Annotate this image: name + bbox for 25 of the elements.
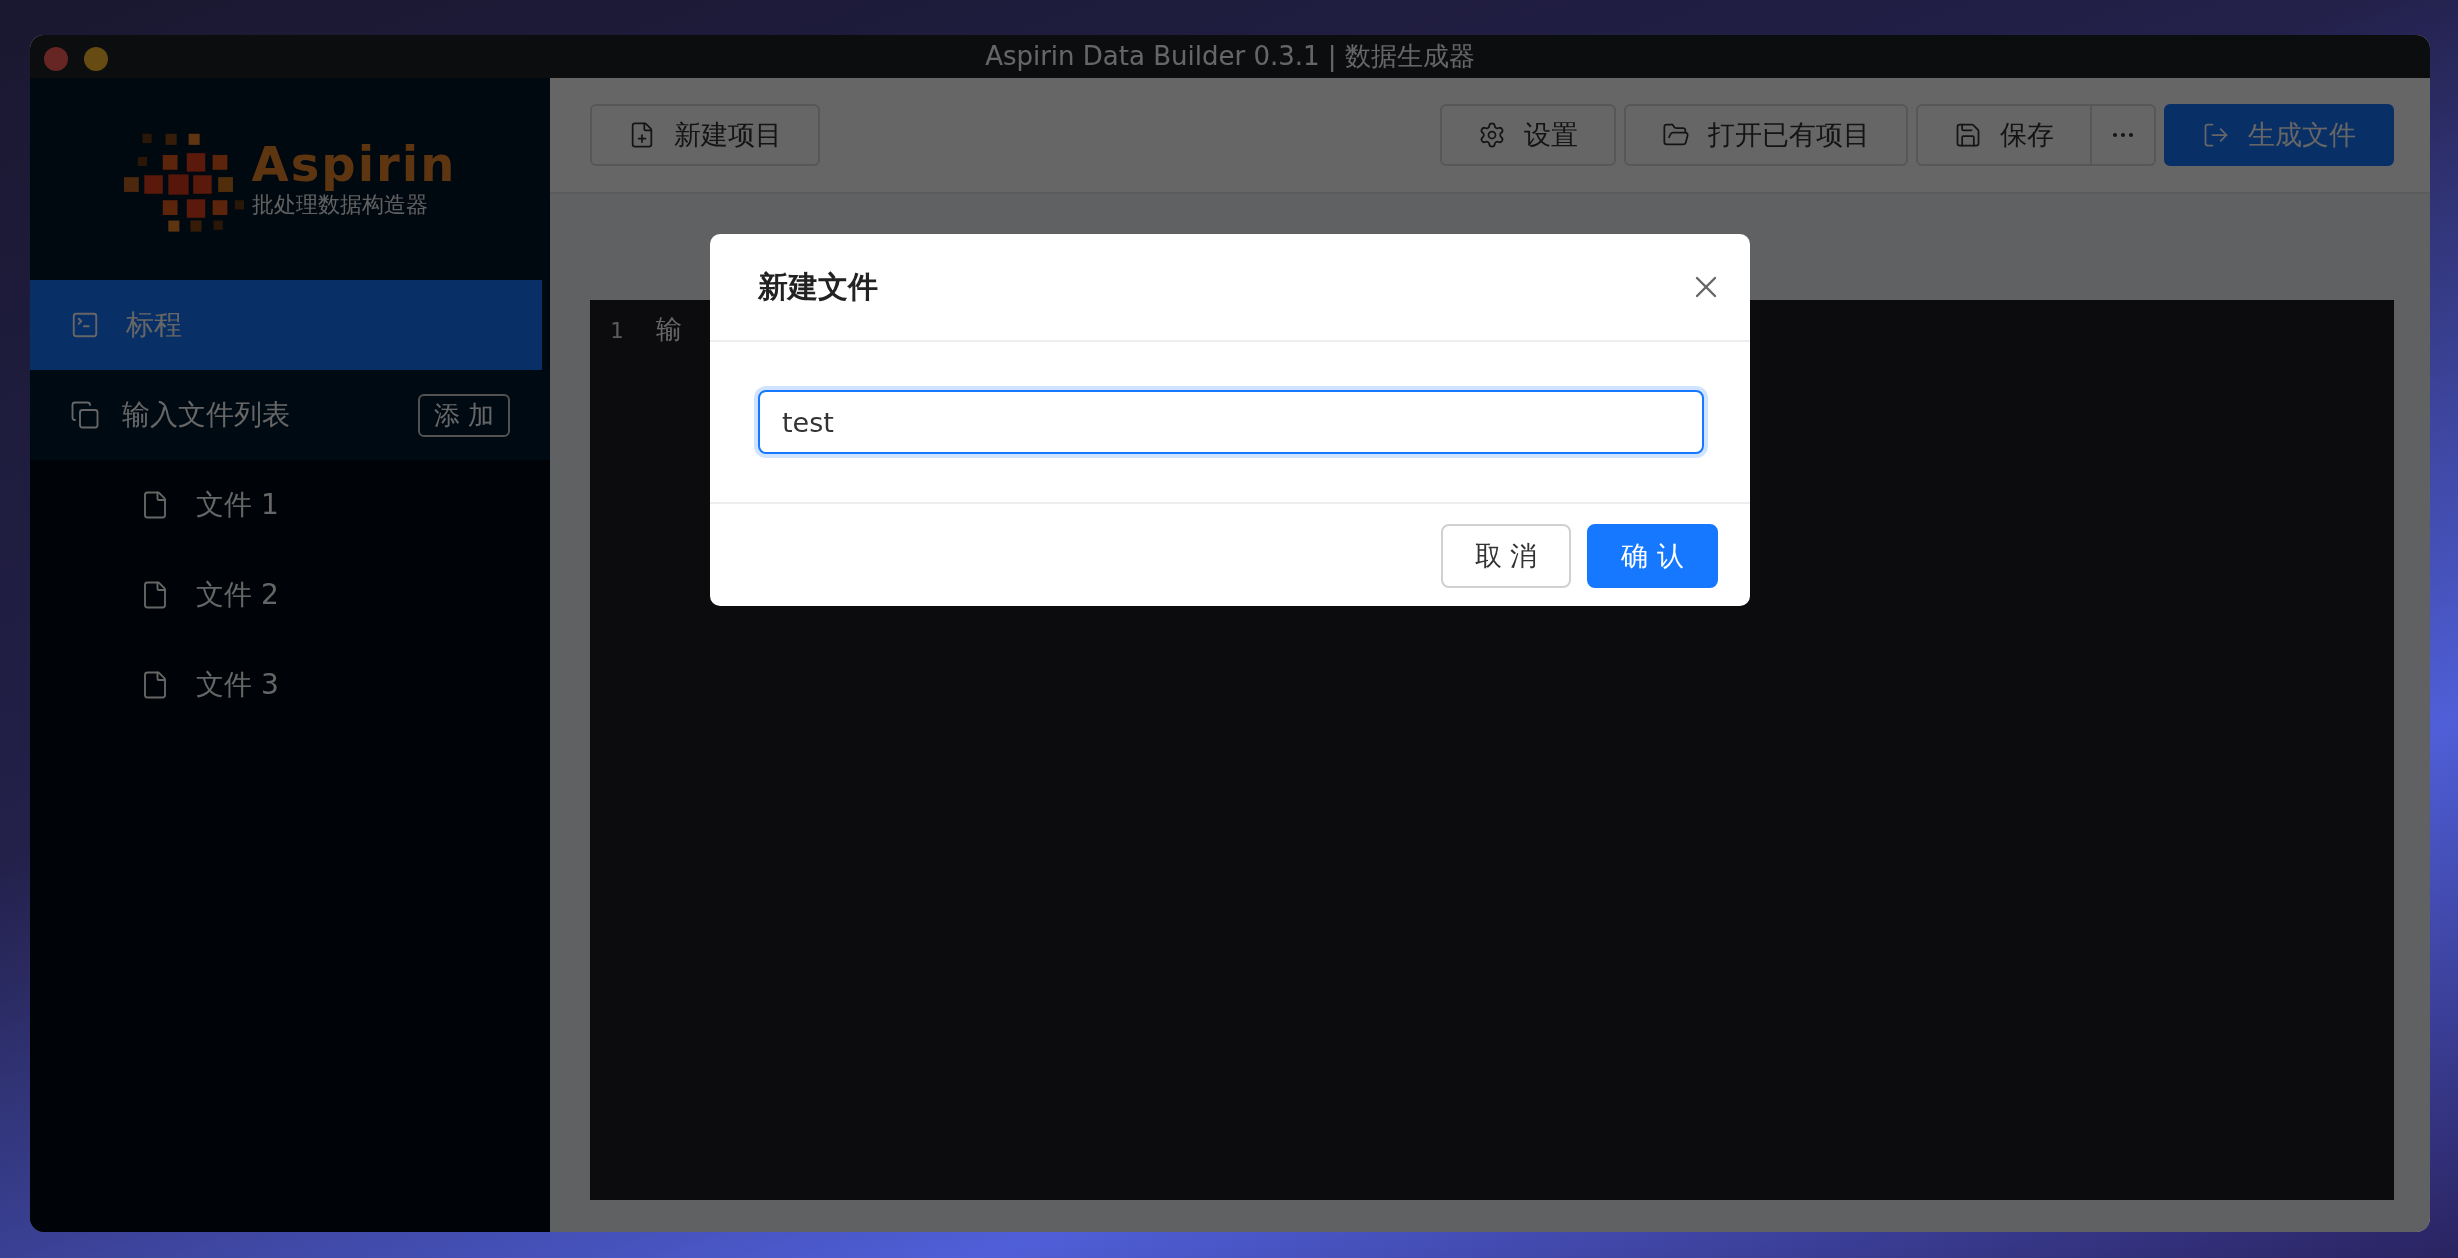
window-title: Aspirin Data Builder 0.3.1 | 数据生成器: [985, 40, 1475, 74]
more-button[interactable]: [2092, 104, 2156, 166]
logo-subtitle: 批处理数据构造器: [251, 191, 429, 220]
confirm-button[interactable]: 确 认: [1587, 524, 1718, 588]
save-icon: [1954, 121, 1982, 149]
line-number: 1: [610, 318, 625, 343]
new-project-button[interactable]: 新建项目: [590, 104, 820, 166]
group-label: 输入文件列表: [122, 397, 290, 433]
ellipsis-icon: [2113, 133, 2133, 137]
toolbar-button[interactable]: 设置: [1440, 104, 1616, 166]
close-window-button[interactable]: [44, 47, 68, 71]
terminal-icon: [70, 310, 100, 340]
toolbar-button[interactable]: 生成文件: [2164, 104, 2394, 166]
code-line: 输: [656, 313, 682, 346]
settings-icon: [1478, 121, 1506, 149]
add-button[interactable]: 添 加: [417, 393, 510, 437]
sidebar-item[interactable]: 标程: [30, 280, 542, 370]
toolbar-button[interactable]: 保存: [1916, 104, 2092, 166]
logo-name: Aspirin: [251, 137, 457, 191]
files-icon: [70, 400, 100, 430]
exit-icon: [2202, 121, 2230, 149]
file-name-input[interactable]: test: [758, 390, 1704, 454]
cancel-button[interactable]: 取 消: [1440, 524, 1572, 588]
toolbar-button[interactable]: 打开已有项目: [1624, 104, 1908, 166]
minimize-window-button[interactable]: [84, 47, 108, 71]
